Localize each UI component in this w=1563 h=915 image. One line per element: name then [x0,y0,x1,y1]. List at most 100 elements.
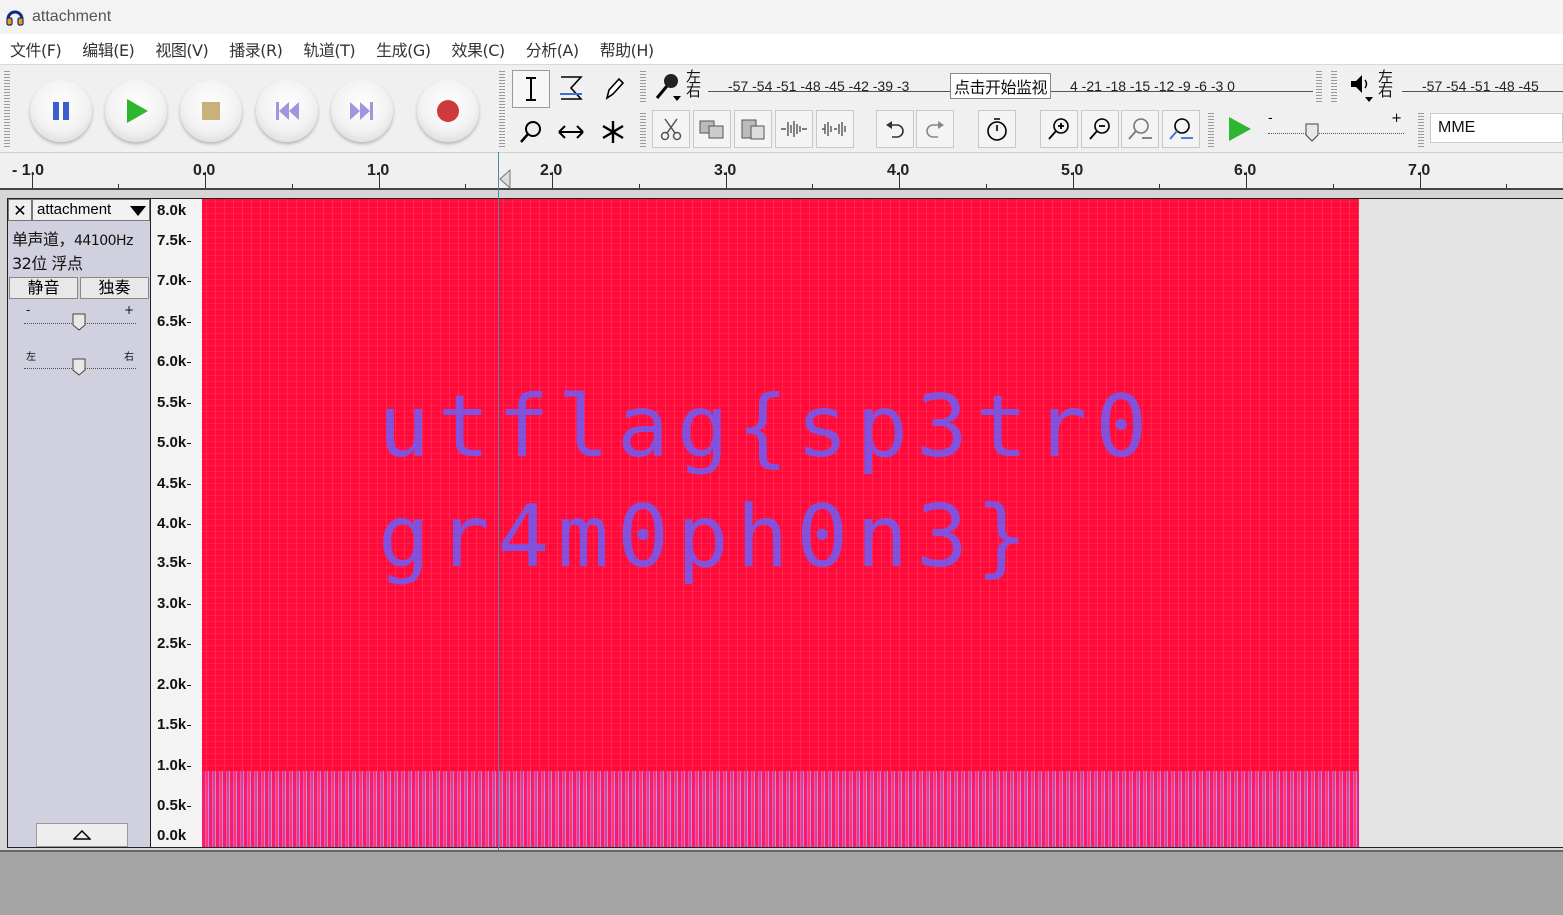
close-track-button[interactable]: ✕ [8,199,32,221]
play-head-icon[interactable] [499,169,511,189]
slider-thumb-icon[interactable] [1304,122,1320,142]
headphones-icon [6,10,24,26]
frequency-label-text: 5.0k [157,434,187,451]
frequency-ruler[interactable]: 8.0k 7.5k 7.0k 6.5k 6.0k 5.5k 5.0k 4.5k … [151,198,202,848]
magnifier-icon [520,121,541,143]
skip-end-icon [350,102,373,120]
fit-project-button[interactable] [1162,110,1200,148]
slider-thumb-icon[interactable] [72,358,86,376]
frequency-label: 7.5k [157,232,192,249]
toolbar-grip[interactable] [1208,111,1214,147]
toolbar-grip[interactable] [1316,69,1322,103]
ruler-tick [639,184,640,188]
zoom-tool[interactable] [512,113,550,151]
frequency-label: 0.0k [157,827,186,844]
playback-meter[interactable]: -57 -54 -51 -48 -45 [1402,69,1563,99]
double-arrow-icon [558,125,584,139]
toolbar-grip[interactable] [499,69,505,147]
envelope-icon [560,76,583,100]
spectrogram-view[interactable]: utflag{sp3tr0 gr4m0ph0n3} [202,198,1359,848]
menu-effect[interactable]: 效果(C) [452,37,506,61]
menu-generate[interactable]: 生成(G) [376,37,431,61]
right-channel-label: 右 [686,82,702,100]
draw-tool[interactable] [594,70,632,108]
slider-thumb-icon[interactable] [72,313,86,331]
fit-selection-button[interactable] [1121,110,1159,148]
ruler-tick [1246,172,1247,188]
track-header: ✕ attachment [8,199,150,223]
silence-button[interactable] [816,110,854,148]
scissors-icon [660,118,682,141]
multi-tool[interactable] [594,113,632,151]
audio-host-select[interactable]: MME [1430,113,1563,143]
collapse-track-button[interactable] [36,823,128,847]
frequency-label-text: 2.0k [157,676,187,693]
pan-slider[interactable]: 左 右 [24,352,136,380]
chevron-up-icon [73,830,91,840]
undo-button[interactable] [876,110,914,148]
redo-button[interactable] [916,110,954,148]
selection-tool[interactable] [512,70,550,108]
pan-left-label: 左 [26,352,36,363]
toolbar-grip[interactable] [1331,69,1337,103]
start-monitoring-tooltip[interactable]: 点击开始监视 [950,73,1052,99]
toolbar-grip[interactable] [4,69,10,147]
frequency-label-text: 3.5k [157,554,187,571]
menu-help[interactable]: 帮助(H) [600,37,655,61]
menu-analyze[interactable]: 分析(A) [526,37,579,61]
toolbar-grip[interactable] [640,69,646,103]
ruler-label: - 1.0 [12,162,45,179]
menu-transport[interactable]: 播录(R) [229,37,283,61]
sample-rate: 44100Hz [74,233,133,249]
ruler-tick [1506,184,1507,188]
paste-button[interactable] [734,110,772,148]
menu-view[interactable]: 视图(V) [155,37,208,61]
track-area: ✕ attachment 单声道，44100Hz 32位 浮点 静音 独奏 - … [0,190,1563,850]
frequency-label: 2.0k [157,676,192,693]
toolbar-grip[interactable] [1418,111,1424,147]
gain-minus-label: - [26,303,31,317]
envelope-tool[interactable] [552,70,590,108]
pause-button[interactable] [30,80,92,142]
sync-lock-button[interactable] [978,110,1016,148]
trim-button[interactable] [775,110,813,148]
menu-tracks[interactable]: 轨道(T) [303,37,355,61]
gain-slider[interactable]: - + [24,303,136,335]
close-icon: ✕ [13,200,27,220]
frequency-tick [187,643,192,645]
empty-track-region[interactable] [1359,198,1563,848]
menu-file[interactable]: 文件(F) [10,37,62,61]
stop-button[interactable] [180,80,242,142]
menu-edit[interactable]: 编辑(E) [82,37,135,61]
timeline-ruler[interactable]: - 1.0 0.0 1.0 2.0 3.0 4.0 5.0 6.0 7.0 [0,152,1563,190]
skip-to-start-button[interactable] [256,80,318,142]
frequency-tick [187,442,192,444]
track-menu-button[interactable]: attachment [32,199,150,221]
time-shift-tool[interactable] [552,113,590,151]
timer-icon [987,118,1007,141]
empty-project-area[interactable] [0,850,1563,915]
ruler-tick [1073,172,1074,188]
frequency-label-text: 1.5k [157,716,187,733]
ruler-tick [552,172,553,188]
play-button[interactable] [105,80,167,142]
mute-button[interactable]: 静音 [9,277,78,299]
skip-to-end-button[interactable] [331,80,393,142]
record-button[interactable] [417,80,479,142]
zoom-out-button[interactable] [1081,110,1119,148]
frequency-label: 3.5k [157,554,192,571]
frequency-label: 5.5k [157,394,192,411]
ruler-tick [899,172,900,188]
play-icon [127,99,148,123]
solo-button[interactable]: 独奏 [80,277,149,299]
copy-button[interactable] [693,110,731,148]
play-at-speed-button[interactable] [1220,110,1258,148]
frequency-label: 2.5k [157,635,192,652]
hidden-text-line2: gr4m0ph0n3} [378,487,1036,587]
play-speed-slider[interactable]: - + [1264,111,1408,147]
cut-button[interactable] [652,110,690,148]
toolbar-grip[interactable] [640,111,646,147]
ruler-tick [205,172,206,188]
zoom-in-button[interactable] [1040,110,1078,148]
audacity-window: attachment 文件(F) 编辑(E) 视图(V) 播录(R) 轨道(T)… [0,0,1563,915]
